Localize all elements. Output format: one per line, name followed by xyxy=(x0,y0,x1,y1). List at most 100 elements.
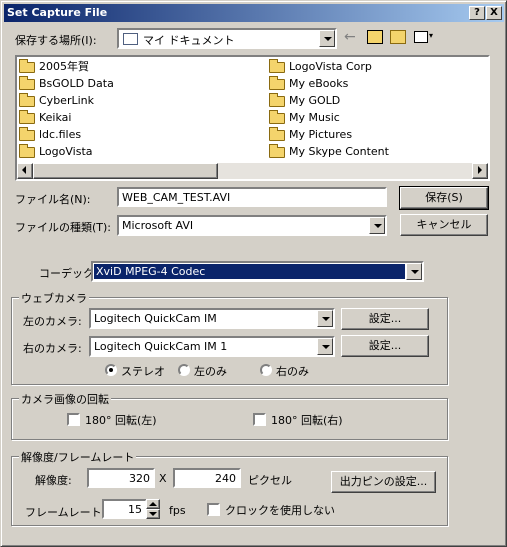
close-button[interactable]: X xyxy=(486,6,502,20)
folder-icon xyxy=(269,143,285,158)
no-clock-checkbox[interactable] xyxy=(207,503,220,516)
pixel-unit-label: ピクセル xyxy=(248,474,292,487)
list-item-label: ldc.files xyxy=(39,128,82,141)
rotate-right-checkbox[interactable] xyxy=(253,413,266,426)
cancel-button[interactable]: キャンセル xyxy=(400,214,488,236)
list-item[interactable]: My eBooks xyxy=(269,75,348,92)
right-camera-value: Logitech QuickCam IM 1 xyxy=(94,340,228,353)
arrow-left-icon xyxy=(22,166,26,174)
codec-value: XviD MPEG-4 Codec xyxy=(96,265,206,278)
list-item-label: My Skype Content xyxy=(289,145,389,158)
list-item-label: My GOLD xyxy=(289,94,341,107)
list-item[interactable]: LogoVista Corp xyxy=(269,58,372,75)
folder-icon xyxy=(269,75,285,90)
chevron-down-icon[interactable] xyxy=(319,30,335,47)
view-menu-chevron-icon[interactable]: ▾ xyxy=(429,31,433,40)
horizontal-scrollbar[interactable] xyxy=(17,163,488,179)
stereo-radio[interactable] xyxy=(105,364,117,376)
rotate-left-label: 180° 回転(左) xyxy=(85,414,157,427)
list-item[interactable]: My Pictures xyxy=(269,126,353,143)
filetype-dropdown[interactable]: Microsoft AVI xyxy=(117,215,387,236)
width-value: 320 xyxy=(129,472,150,485)
rotate-right-label: 180° 回転(右) xyxy=(271,414,343,427)
folder-icon xyxy=(19,92,35,107)
resolution-legend: 解像度/フレームレート xyxy=(19,449,137,465)
list-item-label: CyberLink xyxy=(39,94,94,107)
codec-dropdown[interactable]: XviD MPEG-4 Codec xyxy=(91,261,424,282)
arrow-up-icon xyxy=(149,502,157,506)
right-only-radio[interactable] xyxy=(260,364,272,376)
filename-value: WEB_CAM_TEST.AVI xyxy=(122,191,231,204)
stereo-label: ステレオ xyxy=(121,365,165,378)
file-list[interactable]: 2005年賀 BsGOLD Data CyberLink Keikai ldc.file… xyxy=(15,55,490,181)
list-item[interactable]: Keikai xyxy=(19,109,72,126)
dialog-window: Set Capture File ? X 保存する場所(I): マイ ドキュメン… xyxy=(0,0,507,547)
scroll-thumb[interactable] xyxy=(33,163,218,179)
right-only-label: 右のみ xyxy=(276,365,309,378)
list-item-label: LogoVista xyxy=(39,145,93,158)
list-item-label: My Pictures xyxy=(289,128,353,141)
window-title: Set Capture File xyxy=(7,6,108,19)
rotate-left-checkbox[interactable] xyxy=(67,413,80,426)
fps-unit-label: fps xyxy=(169,504,186,517)
folder-icon xyxy=(269,92,285,107)
left-camera-settings-button[interactable]: 設定... xyxy=(341,308,429,330)
chevron-down-icon[interactable] xyxy=(317,310,333,327)
list-item[interactable]: My Skype Content xyxy=(269,143,389,160)
save-button[interactable]: 保存(S) xyxy=(399,186,489,210)
up-folder-icon[interactable] xyxy=(367,30,383,44)
filetype-value: Microsoft AVI xyxy=(122,219,194,232)
list-item[interactable]: My GOLD xyxy=(269,92,341,109)
codec-label: コーデック: xyxy=(39,267,98,280)
list-item[interactable]: BsGOLD Data xyxy=(19,75,114,92)
list-item[interactable]: CyberLink xyxy=(19,92,94,109)
height-value: 240 xyxy=(215,472,236,485)
folder-icon xyxy=(269,58,285,73)
folder-icon xyxy=(19,58,35,73)
left-camera-dropdown[interactable]: Logitech QuickCam IM xyxy=(89,308,335,329)
list-item-label: 2005年賀 xyxy=(39,60,89,73)
left-camera-label: 左のカメラ: xyxy=(23,315,82,328)
arrow-down-icon xyxy=(149,512,157,516)
right-camera-label: 右のカメラ: xyxy=(23,342,82,355)
view-menu-icon[interactable] xyxy=(414,31,428,43)
back-arrow-icon[interactable]: ← xyxy=(344,29,356,45)
left-only-radio[interactable] xyxy=(178,364,190,376)
webcam-legend: ウェブカメラ xyxy=(19,290,89,306)
right-camera-dropdown[interactable]: Logitech QuickCam IM 1 xyxy=(89,336,335,357)
folder-icon xyxy=(269,109,285,124)
filetype-label: ファイルの種類(T): xyxy=(15,221,112,234)
list-item-label: BsGOLD Data xyxy=(39,77,114,90)
width-field[interactable]: 320 xyxy=(87,468,155,488)
new-folder-icon[interactable] xyxy=(390,30,406,44)
framerate-spinner[interactable] xyxy=(146,499,160,519)
framerate-value: 15 xyxy=(128,503,142,516)
chevron-down-icon[interactable] xyxy=(406,263,422,280)
list-item[interactable]: ldc.files xyxy=(19,126,82,143)
list-item[interactable]: LogoVista xyxy=(19,143,93,160)
output-pin-settings-button[interactable]: 出力ピンの設定... xyxy=(331,471,436,493)
right-camera-settings-button[interactable]: 設定... xyxy=(341,335,429,357)
folder-icon xyxy=(19,143,35,158)
filename-label: ファイル名(N): xyxy=(15,193,91,206)
rotation-legend: カメラ画像の回転 xyxy=(19,391,111,407)
list-item-label: Keikai xyxy=(39,111,72,124)
no-clock-label: クロックを使用しない xyxy=(225,504,335,517)
times-label: X xyxy=(159,472,167,485)
list-item-label: My Music xyxy=(289,111,340,124)
chevron-down-icon[interactable] xyxy=(317,338,333,355)
help-button[interactable]: ? xyxy=(469,6,485,20)
framerate-field[interactable]: 15 xyxy=(102,499,147,519)
filename-field[interactable]: WEB_CAM_TEST.AVI xyxy=(117,187,387,207)
list-item[interactable]: My Music xyxy=(269,109,340,126)
height-field[interactable]: 240 xyxy=(173,468,241,488)
arrow-right-icon xyxy=(478,166,482,174)
savein-dropdown[interactable]: マイ ドキュメント xyxy=(117,28,337,49)
resolution-label: 解像度: xyxy=(35,474,72,487)
chevron-down-icon[interactable] xyxy=(369,217,385,234)
folder-icon xyxy=(19,75,35,90)
title-bar[interactable]: Set Capture File ? X xyxy=(4,4,504,22)
left-only-label: 左のみ xyxy=(194,365,227,378)
savein-label: 保存する場所(I): xyxy=(15,34,97,47)
list-item[interactable]: 2005年賀 xyxy=(19,58,89,75)
